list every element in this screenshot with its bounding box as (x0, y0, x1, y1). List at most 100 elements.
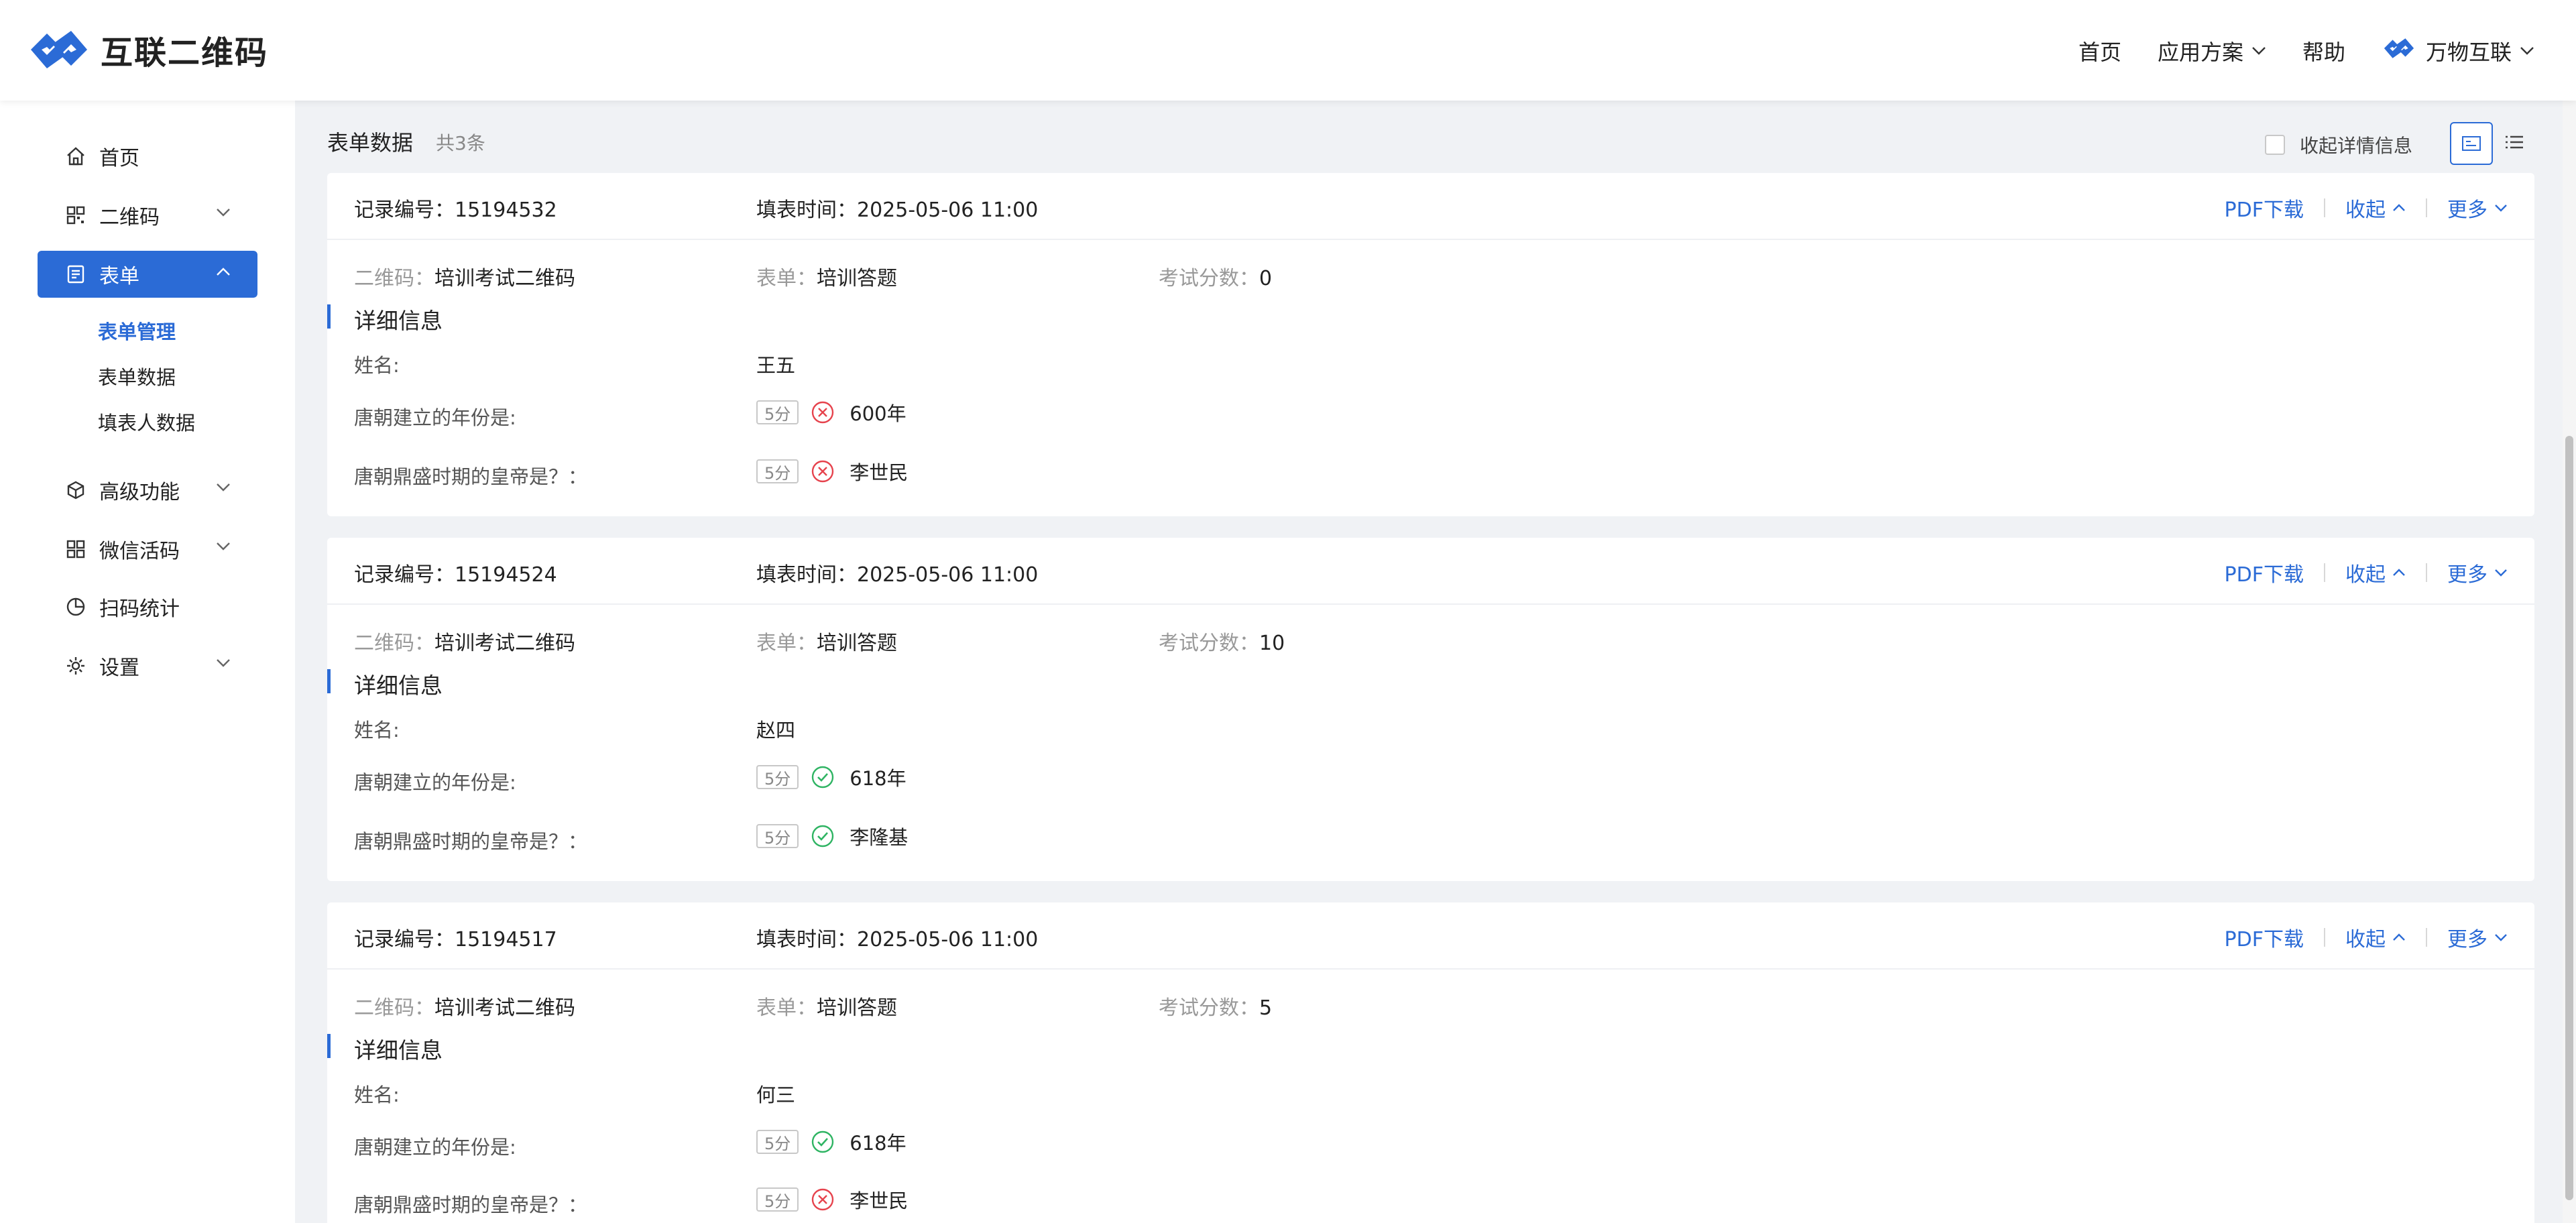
question-2-answer: 5分 李世民 (756, 1185, 908, 1214)
fill-time-value: 2025-05-06 11:00 (857, 928, 1039, 951)
sidebar-item-label: 扫码统计 (99, 597, 180, 621)
nav-account-label: 万物互联 (2425, 40, 2512, 65)
meta-form-label: 表单： (756, 267, 817, 290)
meta-qrcode-value: 培训考试二维码 (434, 632, 575, 655)
chevron-down-icon (2495, 569, 2507, 577)
record-id-label: 记录编号： (354, 928, 455, 951)
sidebar-item-form[interactable]: 表单 (38, 251, 257, 298)
meta-form-value: 培训答题 (817, 632, 897, 655)
record-id-value: 15194524 (455, 563, 557, 587)
meta-score: 考试分数：5 (1159, 991, 1272, 1021)
sidebar-item-home[interactable]: 首页 (38, 133, 257, 180)
meta-score-label: 考试分数： (1159, 996, 1259, 1020)
meta-form-value: 培训答题 (817, 996, 897, 1020)
sidebar-item-scan-stats[interactable]: 扫码统计 (38, 583, 257, 630)
sidebar-item-qrcode[interactable]: 二维码 (38, 192, 257, 239)
pdf-download-link[interactable]: PDF下载 (2225, 923, 2304, 952)
score-tag: 5分 (756, 824, 799, 848)
meta-score: 考试分数：10 (1159, 626, 1285, 656)
meta-form: 表单：培训答题 (756, 626, 897, 656)
section-accent-bar (327, 1034, 331, 1058)
page-title: 表单数据 (327, 130, 414, 156)
question-1-label: 唐朝建立的年份是: (354, 406, 516, 429)
question-2-label: 唐朝鼎盛时期的皇帝是？： (354, 1193, 588, 1216)
correct-mark-icon (812, 1130, 834, 1153)
list-view-icon (2506, 135, 2523, 149)
page-scrollbar[interactable] (2563, 101, 2576, 1223)
collapse-link[interactable]: 收起 (2345, 558, 2406, 587)
qrcode-icon (64, 204, 87, 227)
score-tag: 5分 (756, 459, 799, 483)
record-id-value: 15194517 (455, 928, 557, 951)
record-id-label: 记录编号： (354, 563, 455, 587)
nav-home-label: 首页 (2078, 40, 2121, 65)
nav-solutions-label: 应用方案 (2157, 40, 2243, 65)
sidebar-item-label: 微信活码 (99, 540, 180, 563)
collapse-details-label: 收起详情信息 (2299, 135, 2412, 157)
meta-qrcode: 二维码：培训考试二维码 (354, 991, 575, 1021)
nav-help-label: 帮助 (2302, 40, 2345, 65)
meta-score-label: 考试分数： (1159, 632, 1259, 655)
collapse-link[interactable]: 收起 (2345, 193, 2406, 223)
sidebar-item-label: 首页 (99, 147, 139, 170)
record-id: 记录编号：15194524 (354, 558, 557, 587)
chevron-down-icon (217, 209, 230, 217)
fill-time-value: 2025-05-06 11:00 (857, 563, 1039, 587)
list-view-button[interactable] (2494, 122, 2534, 162)
more-dropdown[interactable]: 更多 (2447, 558, 2508, 587)
sidebar-subitem-form-data[interactable]: 表单数据 (98, 359, 176, 393)
sidebar-subitem-form-manage[interactable]: 表单管理 (98, 314, 176, 347)
record-header: 记录编号：15194532 填表时间：2025-05-06 11:00 PDF下… (327, 173, 2534, 240)
fill-time-value: 2025-05-06 11:00 (857, 198, 1039, 222)
collapse-label: 收起 (2345, 198, 2386, 222)
name-label: 姓名: (354, 354, 400, 377)
meta-form: 表单：培训答题 (756, 991, 897, 1021)
meta-qrcode-label: 二维码： (354, 267, 434, 290)
more-dropdown[interactable]: 更多 (2447, 193, 2508, 223)
meta-form-label: 表单： (756, 632, 817, 655)
home-icon (64, 145, 87, 168)
answer-text: 600年 (850, 402, 906, 425)
answer-text: 618年 (850, 1132, 906, 1155)
name-label: 姓名: (354, 1084, 400, 1106)
nav-solutions[interactable]: 应用方案 (2158, 36, 2266, 66)
collapse-details-toggle[interactable]: 收起详情信息 (2264, 131, 2412, 158)
sidebar-item-advanced[interactable]: 高级功能 (38, 467, 257, 514)
meta-score-label: 考试分数： (1159, 267, 1259, 290)
collapse-link[interactable]: 收起 (2345, 923, 2406, 952)
detail-section-title: 详细信息 (354, 1037, 443, 1063)
cube-icon (64, 479, 87, 502)
sidebar-item-label: 高级功能 (99, 481, 180, 504)
pdf-download-link[interactable]: PDF下载 (2225, 558, 2304, 587)
nav-account[interactable]: 万物互联 (2382, 35, 2534, 67)
more-label: 更多 (2447, 928, 2487, 951)
sidebar: 首页 二维码 表单 表单管理 表单数据 填表人数据 高级功能 微信活码 扫码统计… (0, 101, 295, 1223)
collapse-label: 收起 (2345, 563, 2386, 587)
meta-qrcode: 二维码：培训考试二维码 (354, 261, 575, 291)
detail-section-title: 详细信息 (354, 308, 443, 334)
detail-section-title: 详细信息 (354, 673, 443, 699)
name-label: 姓名: (354, 719, 400, 742)
card-view-button[interactable] (2450, 122, 2493, 165)
collapse-details-checkbox[interactable] (2264, 135, 2285, 155)
fill-time-label: 填表时间： (756, 928, 857, 951)
fill-time: 填表时间：2025-05-06 11:00 (756, 558, 1038, 587)
nav-home[interactable]: 首页 (2079, 36, 2121, 66)
answer-text: 李世民 (850, 461, 909, 484)
record-actions: PDF下载 收起 更多 (2225, 923, 2508, 952)
answer-text: 李隆基 (850, 826, 909, 849)
record-id: 记录编号：15194517 (354, 923, 557, 952)
more-dropdown[interactable]: 更多 (2447, 923, 2508, 952)
sidebar-subitem-filler-data[interactable]: 填表人数据 (98, 405, 195, 439)
record-card: 记录编号：15194532 填表时间：2025-05-06 11:00 PDF下… (327, 173, 2534, 516)
app-logo[interactable]: 互联二维码 (27, 23, 268, 76)
sidebar-item-wechat-code[interactable]: 微信活码 (38, 526, 257, 573)
scrollbar-thumb[interactable] (2565, 436, 2573, 1200)
wrong-mark-icon (812, 460, 834, 483)
nav-help[interactable]: 帮助 (2302, 36, 2345, 66)
pdf-download-link[interactable]: PDF下载 (2225, 193, 2304, 223)
chevron-down-icon (2252, 47, 2266, 55)
sidebar-item-settings[interactable]: 设置 (38, 642, 257, 689)
section-accent-bar (327, 669, 331, 693)
score-tag: 5分 (756, 400, 799, 424)
